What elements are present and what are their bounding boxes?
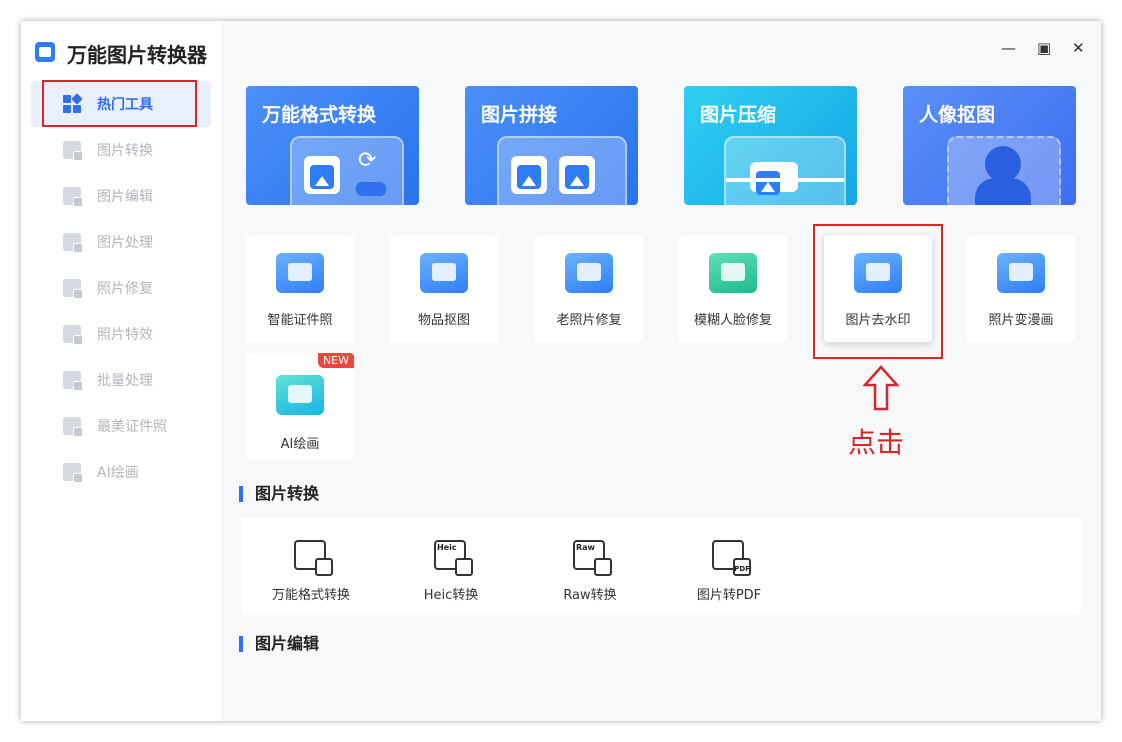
tool-label: AI绘画	[280, 437, 320, 452]
banner-illustration	[947, 136, 1061, 205]
maximize-button[interactable]: ▣	[1037, 39, 1051, 57]
convert-panel: 万能格式转换 Heic Heic转换 Raw Raw转换 PDF 图片转PDF	[241, 518, 1081, 615]
person-body-icon	[975, 178, 1031, 205]
banner-illustration: ⟳	[290, 136, 404, 205]
shopping-bag-icon	[420, 253, 468, 293]
sidebar-item-label: AI绘画	[97, 465, 139, 481]
section-title-edit: 图片编辑	[239, 636, 319, 652]
refresh-icon: ⟳	[358, 148, 377, 173]
banner-title: 万能格式转换	[262, 104, 377, 126]
tool-label: 照片变漫画	[988, 313, 1054, 328]
banner-title: 图片拼接	[481, 104, 558, 126]
highlight-box	[42, 80, 197, 127]
convert-raw[interactable]: Raw Raw转换	[530, 518, 650, 615]
sidebar-nav: 热门工具 图片转换 图片编辑 图片处理 照片修复 照片特效 批量处理 最美证件照…	[31, 81, 211, 495]
sidebar-item-label: 图片转换	[97, 143, 153, 159]
app-window: 万能图片转换器 热门工具 图片转换 图片编辑 图片处理 照片修复 照片特效 批量…	[21, 21, 1101, 721]
close-button[interactable]: ✕	[1072, 39, 1085, 57]
heic-convert-icon: Heic	[434, 540, 473, 576]
sidebar-item-ai-draw[interactable]: AI绘画	[31, 449, 211, 495]
photo-effect-icon	[63, 325, 83, 345]
sidebar-item-batch-process[interactable]: 批量处理	[31, 357, 211, 403]
sidebar-item-label: 图片编辑	[97, 189, 153, 205]
sidebar-item-image-edit[interactable]: 图片编辑	[31, 173, 211, 219]
highlight-box	[813, 224, 943, 359]
tool-label: 物品抠图	[417, 313, 470, 328]
tool-label: 模糊人脸修复	[693, 313, 772, 328]
ai-draw-icon	[63, 463, 83, 483]
sidebar-item-label: 照片修复	[97, 281, 153, 297]
banner-image-compress[interactable]: 图片压缩	[684, 86, 857, 205]
sidebar-item-photo-repair[interactable]: 照片修复	[31, 265, 211, 311]
conv-tag: Heic	[437, 543, 457, 552]
sidebar-item-image-process[interactable]: 图片处理	[31, 219, 211, 265]
tool-label: 智能证件照	[267, 313, 333, 328]
minimize-button[interactable]: —	[1001, 39, 1016, 57]
tool-smart-id-photo[interactable]: 智能证件照	[246, 235, 354, 342]
conv-tag: Raw	[576, 543, 595, 552]
image-icon	[559, 156, 595, 194]
sidebar-item-photo-effect[interactable]: 照片特效	[31, 311, 211, 357]
sidebar-item-label: 照片特效	[97, 327, 153, 343]
banner-title: 图片压缩	[700, 104, 777, 126]
sidebar-item-image-convert[interactable]: 图片转换	[31, 127, 211, 173]
tool-photo-to-cartoon[interactable]: 照片变漫画	[967, 235, 1075, 342]
compress-bar-icon	[726, 178, 844, 182]
face-restore-icon	[709, 253, 757, 293]
image-icon	[511, 156, 547, 194]
tool-blurry-face-repair[interactable]: 模糊人脸修复	[679, 235, 787, 342]
app-title: 万能图片转换器	[67, 43, 207, 67]
section-title-convert: 图片转换	[239, 486, 319, 502]
click-annotation: 点击	[848, 426, 905, 459]
sidebar-item-label: 批量处理	[97, 373, 153, 389]
banner-title: 人像抠图	[919, 104, 996, 126]
convert-pdf[interactable]: PDF 图片转PDF	[669, 518, 789, 615]
arrow-up-icon	[863, 365, 899, 411]
convert-label: 图片转PDF	[696, 588, 762, 603]
convert-label: Heic转换	[423, 588, 479, 603]
convert-format[interactable]: 万能格式转换	[251, 518, 371, 615]
raw-convert-icon: Raw	[573, 540, 612, 576]
convert-heic[interactable]: Heic Heic转换	[391, 518, 511, 615]
sidebar-item-label: 图片处理	[97, 235, 153, 251]
convert-label: Raw转换	[563, 588, 617, 603]
pdf-convert-icon: PDF	[712, 540, 751, 576]
wrench-icon	[565, 253, 613, 293]
image-edit-icon	[63, 187, 83, 207]
tool-ai-draw[interactable]: AI绘画 NEW	[246, 353, 354, 460]
sidebar: 万能图片转换器 热门工具 图片转换 图片编辑 图片处理 照片修复 照片特效 批量…	[21, 21, 221, 721]
button-shape-icon	[356, 182, 386, 196]
banner-portrait-cutout[interactable]: 人像抠图	[903, 86, 1076, 205]
person-head-icon	[985, 146, 1021, 182]
sidebar-item-id-photo[interactable]: 最美证件照	[31, 403, 211, 449]
batch-process-icon	[63, 371, 83, 391]
conv-tag: PDF	[734, 565, 750, 573]
new-badge: NEW	[317, 353, 354, 368]
app-logo-icon	[35, 42, 55, 62]
banner-format-convert[interactable]: 万能格式转换 ⟳	[246, 86, 419, 205]
image-icon	[304, 156, 340, 194]
format-convert-icon	[294, 540, 333, 576]
tool-label: 老照片修复	[556, 313, 622, 328]
convert-label: 万能格式转换	[271, 588, 350, 603]
image-icon	[750, 162, 798, 195]
sidebar-item-label: 最美证件照	[97, 419, 167, 435]
ai-draw-tool-icon	[276, 375, 324, 415]
banner-image-splice[interactable]: 图片拼接	[465, 86, 638, 205]
image-process-icon	[63, 233, 83, 253]
image-convert-icon	[63, 141, 83, 161]
banner-illustration	[497, 136, 627, 205]
tool-object-cutout[interactable]: 物品抠图	[390, 235, 498, 342]
id-photo-icon	[63, 417, 83, 437]
photo-repair-icon	[63, 279, 83, 299]
banner-illustration	[724, 136, 846, 205]
id-card-icon	[276, 253, 324, 293]
cartoon-face-icon	[997, 253, 1045, 293]
tool-old-photo-repair[interactable]: 老照片修复	[535, 235, 643, 342]
